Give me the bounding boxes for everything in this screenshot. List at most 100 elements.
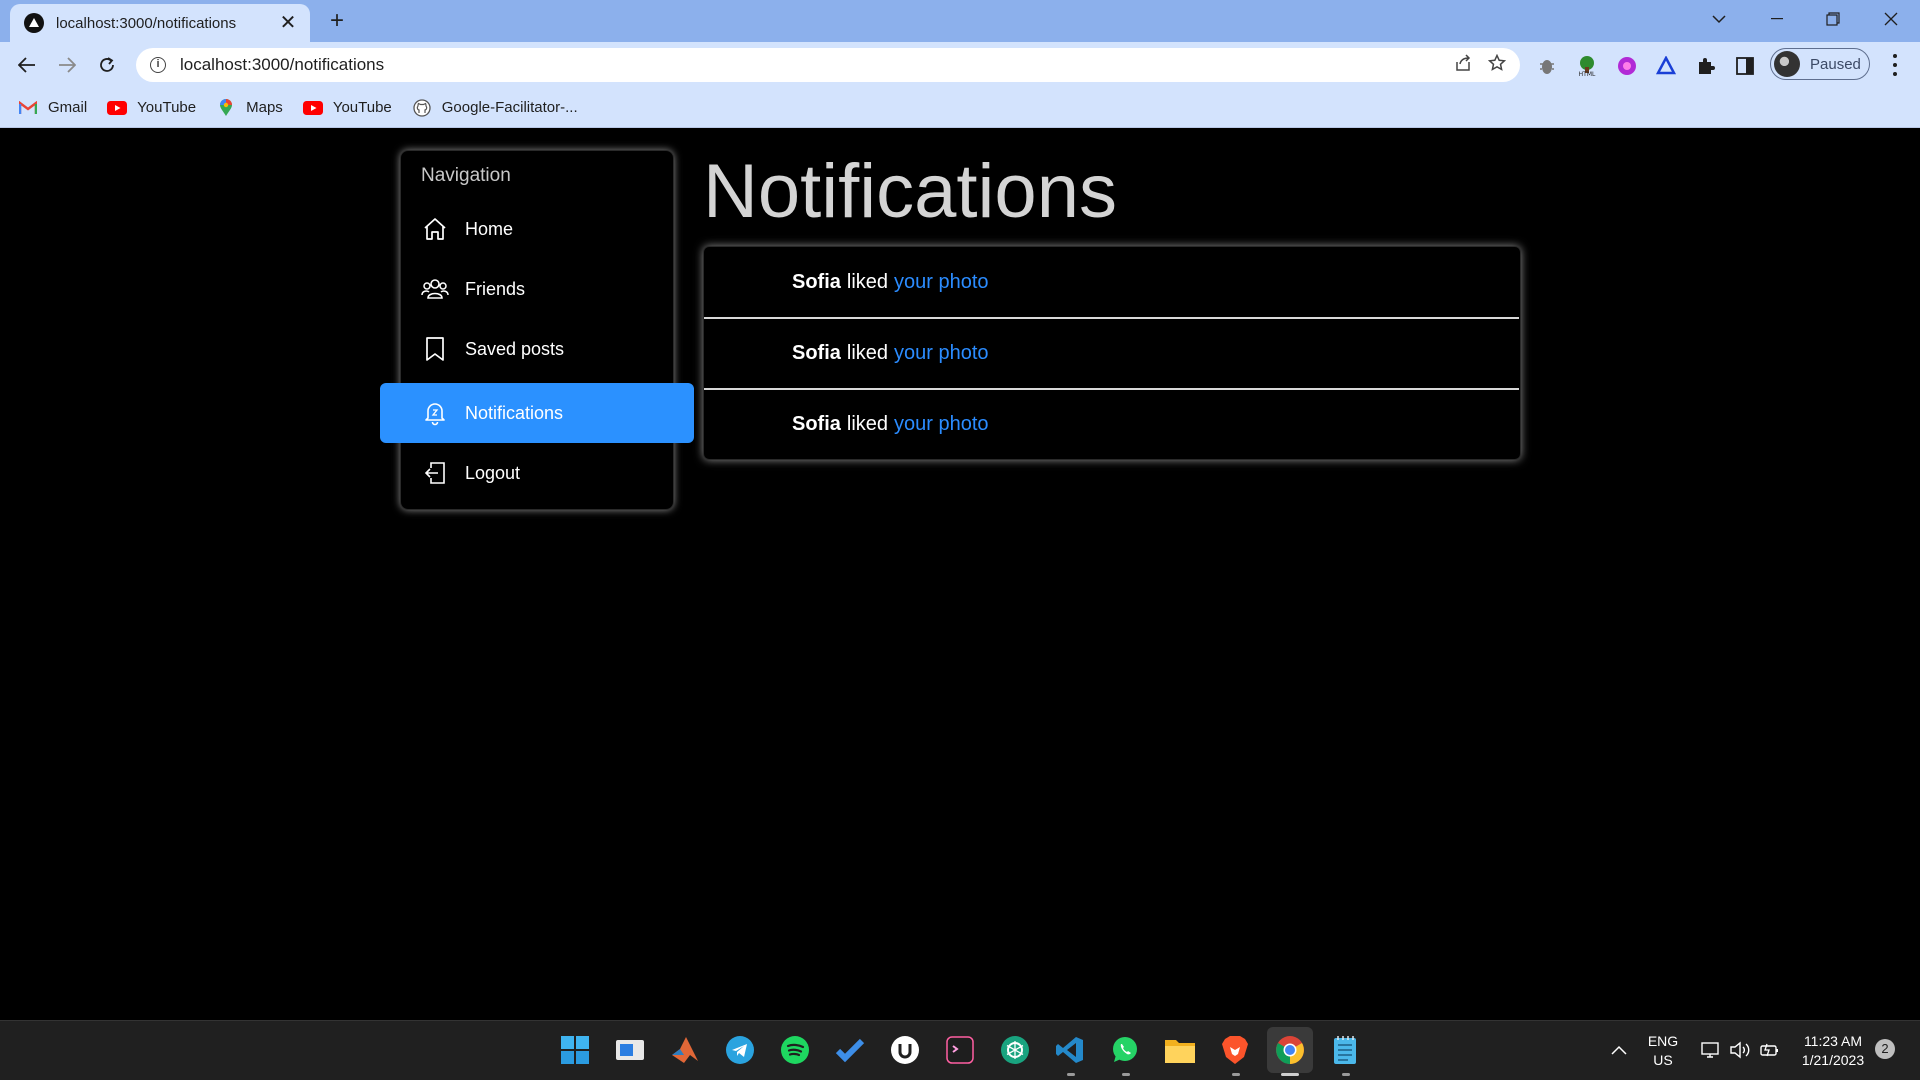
notification-user: Sofia xyxy=(792,270,841,293)
page-content: Navigation Home Friends Saved posts Noti… xyxy=(0,128,1920,1020)
language-code: ENG xyxy=(1647,1033,1679,1049)
tab-search-icon[interactable] xyxy=(1692,0,1746,38)
tab-close-icon[interactable]: ✕ xyxy=(278,13,298,33)
terminal-icon[interactable] xyxy=(943,1033,977,1067)
matlab-icon[interactable] xyxy=(668,1033,702,1067)
triangle-extension-icon[interactable] xyxy=(1654,54,1678,78)
spotify-icon[interactable] xyxy=(778,1033,812,1067)
whatsapp-icon[interactable] xyxy=(1108,1033,1142,1067)
browser-tab[interactable]: localhost:3000/notifications ✕ xyxy=(10,4,310,42)
vscode-icon[interactable] xyxy=(1053,1033,1087,1067)
sidebar-item-label: Logout xyxy=(465,462,521,483)
chevron-up-icon[interactable] xyxy=(1602,1033,1636,1067)
bug-extension-icon[interactable] xyxy=(1535,54,1559,78)
taskbar: ENG US 11:23 AM 1/21/2023 2 xyxy=(0,1020,1920,1080)
favicon-icon xyxy=(24,13,44,33)
minimize-button[interactable] xyxy=(1750,0,1804,38)
notification-link[interactable]: your photo xyxy=(894,413,989,436)
maps-icon xyxy=(216,98,236,116)
browser-titlebar: localhost:3000/notifications ✕ + xyxy=(0,0,1920,42)
brave-icon[interactable] xyxy=(1218,1033,1252,1067)
running-indicator xyxy=(1067,1073,1075,1076)
friends-icon xyxy=(421,275,449,303)
bookmark-icon xyxy=(421,335,449,363)
notification-user: Sofia xyxy=(792,412,841,435)
notification-action: liked xyxy=(846,341,889,364)
notification-action: liked xyxy=(846,412,889,435)
udemy-icon[interactable] xyxy=(888,1033,922,1067)
share-icon[interactable] xyxy=(1454,53,1472,77)
sidebar-item-label: Friends xyxy=(465,278,526,299)
sidebar-item-label: Home xyxy=(465,218,514,239)
sidebar-item-logout[interactable]: Logout xyxy=(401,443,673,503)
running-indicator xyxy=(1122,1073,1130,1076)
clock[interactable]: 11:23 AM 1/21/2023 xyxy=(1795,1032,1871,1070)
side-panel-icon[interactable] xyxy=(1733,54,1757,78)
chatgpt-icon[interactable] xyxy=(998,1033,1032,1067)
active-indicator xyxy=(1281,1073,1299,1076)
sidebar-item-saved-posts[interactable]: Saved posts xyxy=(401,319,673,379)
star-icon[interactable] xyxy=(1487,53,1507,77)
sidebar-item-label: Saved posts xyxy=(465,338,565,359)
clock-time: 11:23 AM xyxy=(1803,1033,1863,1049)
sidebar-item-notifications[interactable]: Notifications xyxy=(380,383,694,443)
language-indicator[interactable]: ENG US xyxy=(1645,1032,1681,1070)
bookmark-label: Google-Facilitator-... xyxy=(441,99,578,116)
sidebar-item-home[interactable]: Home xyxy=(401,199,673,259)
bookmark-youtube-2[interactable]: YouTube xyxy=(302,99,392,116)
back-arrow-icon[interactable] xyxy=(12,50,42,80)
close-window-button[interactable] xyxy=(1864,0,1918,38)
battery-icon[interactable] xyxy=(1753,1033,1787,1067)
bookmark-label: Gmail xyxy=(48,99,88,116)
region-code: US xyxy=(1653,1052,1673,1068)
url-text: localhost:3000/notifications xyxy=(180,55,385,74)
profile-status: Paused xyxy=(1810,55,1861,73)
bookmark-label: YouTube xyxy=(332,99,392,116)
purple-extension-icon[interactable] xyxy=(1615,54,1639,78)
notepad-icon[interactable] xyxy=(1328,1033,1362,1067)
logout-icon xyxy=(421,459,449,487)
gmail-icon xyxy=(18,100,38,116)
notification-user: Sofia xyxy=(792,341,841,364)
forward-arrow-icon[interactable] xyxy=(52,50,82,80)
sidebar-item-label: Notifications xyxy=(465,402,564,423)
youtube-icon xyxy=(302,100,323,116)
todo-icon[interactable] xyxy=(833,1033,867,1067)
notifications-list: Sofia liked your photo Sofia liked your … xyxy=(703,246,1521,460)
profile-button[interactable]: Paused xyxy=(1770,48,1870,80)
home-icon xyxy=(421,215,449,243)
notification-link[interactable]: your photo xyxy=(894,342,989,365)
windows-start-icon[interactable] xyxy=(558,1033,592,1067)
youtube-icon xyxy=(107,100,128,116)
bookmark-youtube[interactable]: YouTube xyxy=(107,99,196,116)
bookmark-maps[interactable]: Maps xyxy=(216,98,283,116)
running-indicator xyxy=(1232,1073,1240,1076)
reload-icon[interactable] xyxy=(92,50,122,80)
github-icon xyxy=(412,98,432,117)
bookmark-label: Maps xyxy=(246,99,283,116)
html-extension-icon[interactable]: HTML xyxy=(1575,54,1599,78)
list-item: Sofia liked your photo xyxy=(704,318,1519,388)
list-item: Sofia liked your photo xyxy=(704,389,1519,459)
sidebar-item-friends[interactable]: Friends xyxy=(401,259,673,319)
bookmark-gmail[interactable]: Gmail xyxy=(18,99,87,116)
restore-button[interactable] xyxy=(1806,0,1860,38)
site-info-icon[interactable]: i xyxy=(150,57,166,73)
bookmark-github[interactable]: Google-Facilitator-... xyxy=(412,98,578,117)
puzzle-extensions-icon[interactable] xyxy=(1694,54,1718,78)
new-tab-button[interactable]: + xyxy=(323,8,351,36)
task-view-icon[interactable] xyxy=(613,1033,647,1067)
sidebar-heading: Navigation xyxy=(421,165,511,186)
telegram-icon[interactable] xyxy=(723,1033,757,1067)
bookmarks-bar: Gmail YouTube Maps YouTube Google-Facili… xyxy=(0,88,1920,128)
notification-link[interactable]: your photo xyxy=(894,271,989,294)
clock-date: 1/21/2023 xyxy=(1801,1052,1865,1068)
address-bar[interactable]: i localhost:3000/notifications xyxy=(136,48,1520,82)
more-options-icon[interactable] xyxy=(1885,52,1905,78)
chrome-icon[interactable] xyxy=(1267,1027,1313,1073)
bell-icon xyxy=(421,399,449,427)
file-explorer-icon[interactable] xyxy=(1163,1033,1197,1067)
volume-icon[interactable] xyxy=(1723,1033,1757,1067)
notification-count-badge[interactable]: 2 xyxy=(1875,1039,1895,1059)
list-item: Sofia liked your photo xyxy=(704,247,1519,317)
